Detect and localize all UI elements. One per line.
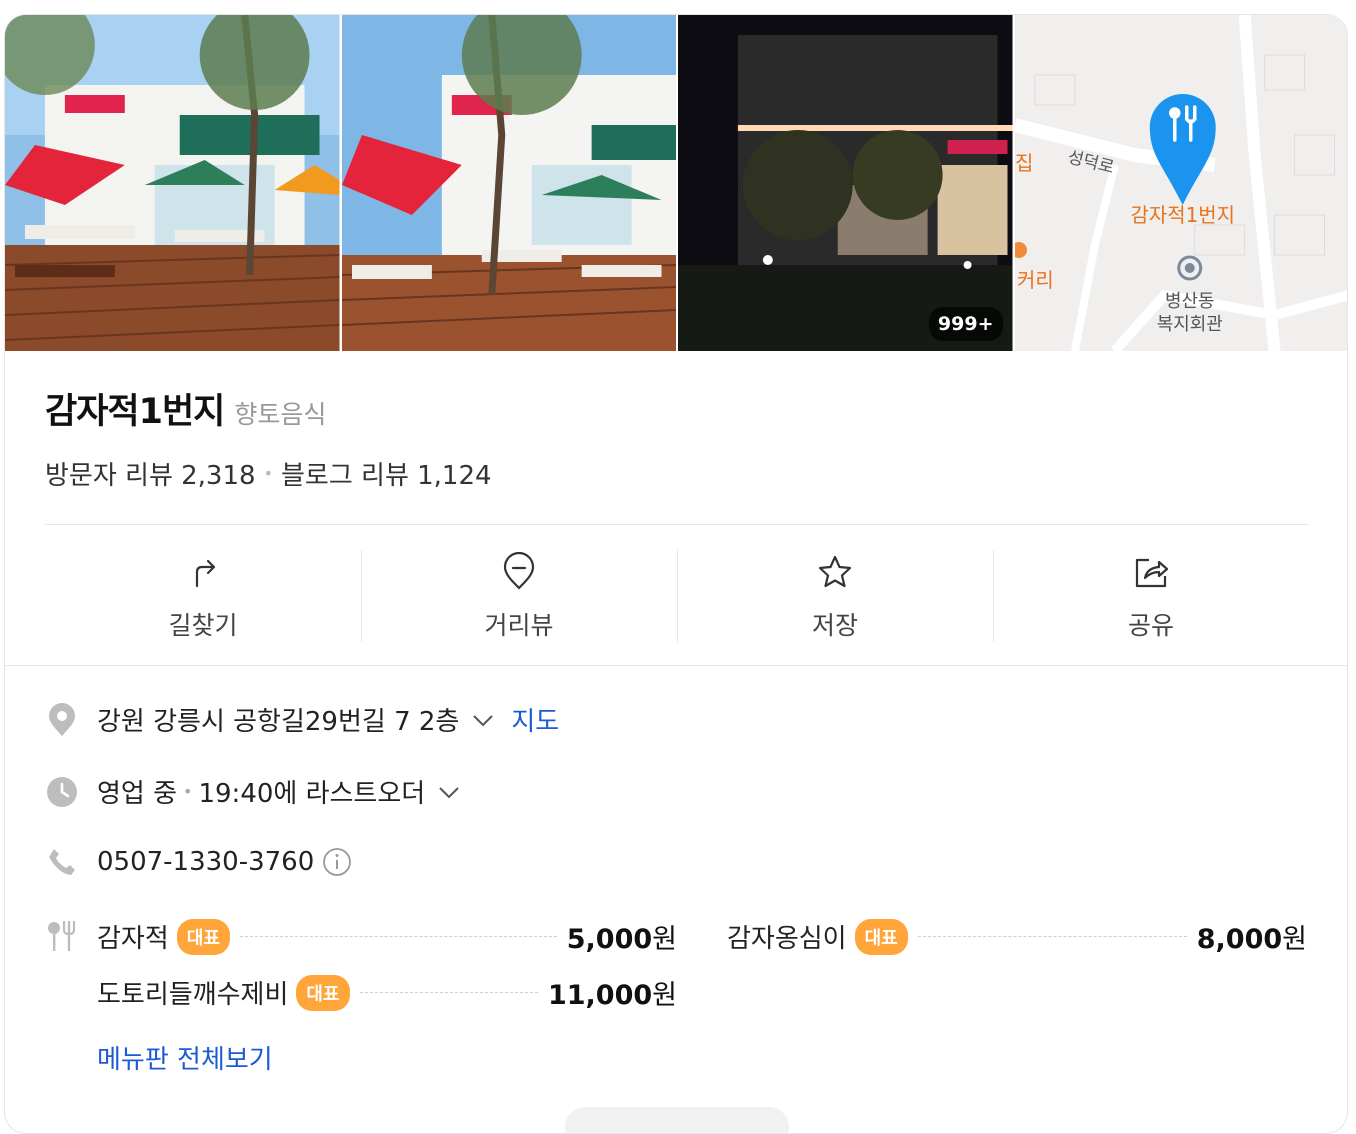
separator-dot: •: [263, 464, 273, 483]
photo-terrace-day-2[interactable]: [341, 15, 676, 351]
representative-badge: 대표: [296, 974, 350, 1011]
clock-icon: [45, 775, 79, 809]
dotted-leader: [239, 936, 557, 937]
map-thumbnail[interactable]: 성덕로 감자적1번지 병산동 복지회관 집 커리: [1014, 15, 1347, 351]
map-poi-label-1: 병산동: [1164, 291, 1214, 312]
menu-item-price: 11,000원: [547, 980, 677, 1011]
more-button[interactable]: [565, 1107, 789, 1133]
map-link[interactable]: 지도: [511, 701, 559, 738]
street-view-label: 거리뷰: [484, 611, 554, 640]
representative-badge: 대표: [854, 918, 908, 955]
last-order-text: 19:40에 라스트오더: [198, 779, 426, 809]
business-status: 영업 중: [97, 779, 178, 809]
map-poi-label-2: 복지회관: [1156, 314, 1222, 335]
dotted-leader: [917, 936, 1187, 937]
street-view-icon: [503, 552, 535, 590]
separator-dot: •: [183, 782, 193, 801]
share-button[interactable]: 공유: [993, 550, 1309, 642]
chevron-down-icon[interactable]: [435, 778, 463, 806]
menu-item[interactable]: 감자옹심이 대표 8,000원: [727, 917, 1307, 956]
directions-icon: [195, 559, 216, 588]
place-card: 999+ 성덕로 감자적1번지 병산동 복지회관 집 커리 감자적1번지 향토음…: [4, 14, 1348, 1134]
divider: [5, 665, 1347, 666]
phone-number[interactable]: 0507-1330-3760: [97, 847, 314, 877]
save-label: 저장: [811, 611, 858, 640]
share-icon: [1135, 558, 1169, 588]
star-icon: [818, 555, 852, 588]
menu-item-price: 8,000원: [1196, 924, 1307, 955]
menu-item-name: 감자옹심이: [727, 924, 847, 954]
photo-night[interactable]: 999+: [678, 15, 1013, 351]
menu-item-price: 5,000원: [566, 924, 677, 955]
phone-icon: [45, 845, 79, 879]
save-button[interactable]: 저장: [677, 550, 993, 642]
info-icon[interactable]: [322, 847, 352, 877]
menu-item[interactable]: 도토리들깨수제비 대표 11,000원: [97, 973, 677, 1012]
directions-label: 길찾기: [168, 611, 238, 640]
action-bar: 길찾기 거리뷰 저장 공유: [45, 550, 1309, 642]
dotted-leader: [359, 992, 538, 993]
menu-see-all-link[interactable]: 메뉴판 전체보기: [97, 1039, 273, 1076]
menu-item-name: 감자적: [97, 924, 169, 954]
representative-badge: 대표: [176, 918, 230, 955]
blog-review-link[interactable]: 블로그 리뷰 1,124: [281, 455, 492, 492]
map-left-label-top: 집: [1015, 151, 1033, 175]
location-pin-icon: [45, 702, 79, 737]
map-place-label: 감자적1번지: [1130, 203, 1234, 227]
photo-strip: 999+ 성덕로 감자적1번지 병산동 복지회관 집 커리: [5, 15, 1347, 351]
title-row: 감자적1번지 향토음식: [45, 383, 326, 434]
place-category: 향토음식: [234, 400, 327, 429]
menu-item-name: 도토리들깨수제비: [97, 980, 289, 1010]
share-label: 공유: [1127, 611, 1174, 640]
review-summary: 방문자 리뷰 2,318 • 블로그 리뷰 1,124: [45, 455, 492, 492]
place-name: 감자적1번지: [45, 392, 225, 432]
map-left-label-bottom: 커리: [1016, 268, 1053, 292]
photo-count-badge: 999+: [928, 307, 1003, 341]
street-view-button[interactable]: 거리뷰: [361, 550, 677, 642]
directions-button[interactable]: 길찾기: [45, 550, 361, 642]
divider: [45, 524, 1309, 525]
menu-item[interactable]: 감자적 대표 5,000원: [97, 917, 677, 956]
phone-row: 0507-1330-3760: [45, 845, 352, 879]
photo-terrace-day-1[interactable]: [5, 15, 340, 351]
chevron-down-icon[interactable]: [469, 706, 497, 734]
visitor-review-link[interactable]: 방문자 리뷰 2,318: [45, 455, 256, 492]
address-row: 강원 강릉시 공항길29번길 7 2층 지도: [45, 701, 559, 738]
hours-row: 영업 중 • 19:40에 라스트오더: [45, 773, 463, 810]
fork-knife-icon: [48, 921, 76, 951]
address-text: 강원 강릉시 공항길29번길 7 2층: [97, 707, 460, 737]
